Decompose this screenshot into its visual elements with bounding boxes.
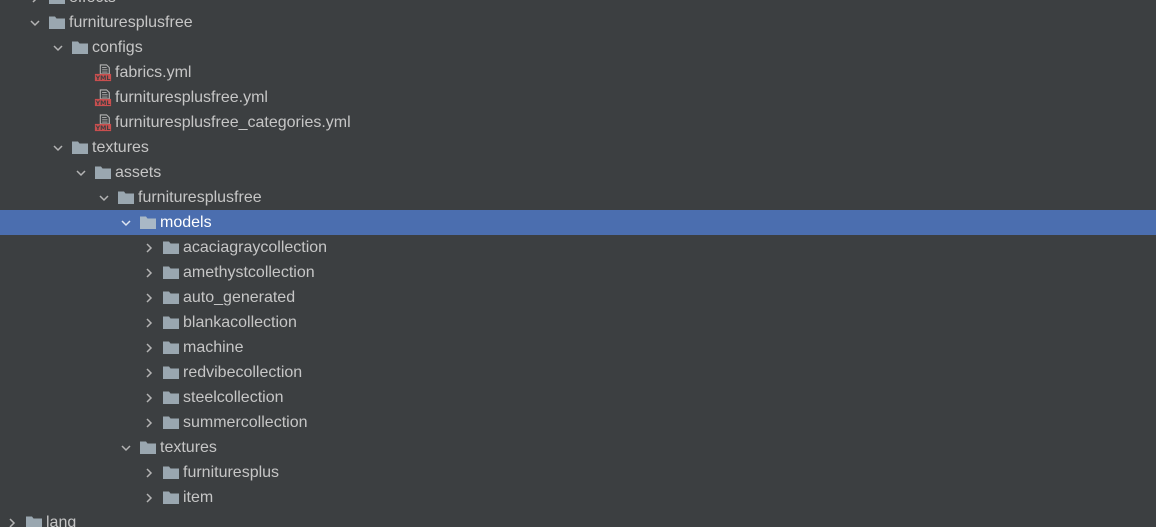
yml-file-icon: YML xyxy=(94,110,112,135)
folder-icon xyxy=(25,510,43,527)
tree-row-furnituresplus[interactable]: furnituresplus xyxy=(0,460,1156,485)
tree-row-textures[interactable]: textures xyxy=(0,135,1156,160)
chevron-down-icon[interactable] xyxy=(72,160,90,185)
tree-item-label: acaciagraycollection xyxy=(183,239,328,256)
tree-item-label: effects xyxy=(69,0,116,10)
tree-item-label: models xyxy=(160,214,212,231)
tree-item-label: auto_generated xyxy=(183,289,296,306)
folder-icon xyxy=(162,235,180,260)
project-tree: effects furnituresplusfree configs YML f… xyxy=(0,0,1156,527)
chevron-right-icon[interactable] xyxy=(140,460,158,485)
folder-icon xyxy=(162,335,180,360)
chevron-right-icon[interactable] xyxy=(140,285,158,310)
chevron-right-icon[interactable] xyxy=(140,310,158,335)
folder-icon xyxy=(139,210,157,235)
chevron-right-icon[interactable] xyxy=(140,235,158,260)
tree-item-label: fabrics.yml xyxy=(115,64,192,81)
tree-item-label: configs xyxy=(92,39,143,56)
tree-item-label: textures xyxy=(92,139,149,156)
chevron-right-icon[interactable] xyxy=(3,510,21,527)
tree-row-blankacollection[interactable]: blankacollection xyxy=(0,310,1156,335)
tree-item-label: furnituresplus xyxy=(183,464,280,481)
tree-row-summercollection[interactable]: summercollection xyxy=(0,410,1156,435)
tree-row-amethystcollection[interactable]: amethystcollection xyxy=(0,260,1156,285)
chevron-right-icon[interactable] xyxy=(140,335,158,360)
tree-item-label: assets xyxy=(115,164,162,181)
tree-item-label: furnituresplusfree.yml xyxy=(115,89,268,106)
chevron-right-icon[interactable] xyxy=(140,260,158,285)
folder-icon xyxy=(48,10,66,35)
folder-icon xyxy=(162,260,180,285)
tree-item-label: item xyxy=(183,489,214,506)
chevron-down-icon[interactable] xyxy=(49,135,67,160)
chevron-right-icon[interactable] xyxy=(140,410,158,435)
tree-row-acaciagraycollection[interactable]: acaciagraycollection xyxy=(0,235,1156,260)
tree-row-furnituresplusfree-yml[interactable]: YML furnituresplusfree.yml xyxy=(0,85,1156,110)
svg-text:YML: YML xyxy=(95,74,111,81)
svg-text:YML: YML xyxy=(95,124,111,131)
folder-icon xyxy=(139,435,157,460)
tree-row-furnituresplusfree[interactable]: furnituresplusfree xyxy=(0,10,1156,35)
folder-icon xyxy=(117,185,135,210)
tree-row-effects[interactable]: effects xyxy=(0,0,1156,10)
chevron-right-icon[interactable] xyxy=(26,0,44,10)
folder-icon xyxy=(162,385,180,410)
folder-icon xyxy=(162,310,180,335)
chevron-down-icon[interactable] xyxy=(26,10,44,35)
tree-row-textures-inner[interactable]: textures xyxy=(0,435,1156,460)
chevron-right-icon[interactable] xyxy=(140,385,158,410)
tree-row-item[interactable]: item xyxy=(0,485,1156,510)
tree-row-machine[interactable]: machine xyxy=(0,335,1156,360)
yml-file-icon: YML xyxy=(94,60,112,85)
chevron-down-icon[interactable] xyxy=(95,185,113,210)
tree-row-models[interactable]: models xyxy=(0,210,1156,235)
tree-item-label: summercollection xyxy=(183,414,308,431)
folder-icon xyxy=(162,460,180,485)
folder-icon xyxy=(48,0,66,10)
folder-icon xyxy=(162,485,180,510)
folder-icon xyxy=(71,135,89,160)
chevron-down-icon[interactable] xyxy=(117,435,135,460)
tree-row-redvibecollection[interactable]: redvibecollection xyxy=(0,360,1156,385)
tree-item-label: lang xyxy=(46,514,77,527)
folder-icon xyxy=(162,410,180,435)
tree-row-auto-generated[interactable]: auto_generated xyxy=(0,285,1156,310)
tree-item-label: textures xyxy=(160,439,217,456)
svg-text:YML: YML xyxy=(95,99,111,106)
yml-file-icon: YML xyxy=(94,85,112,110)
chevron-down-icon[interactable] xyxy=(49,35,67,60)
folder-icon xyxy=(162,360,180,385)
tree-item-label: amethystcollection xyxy=(183,264,315,281)
tree-row-furnituresplusfree-categories-yml[interactable]: YML furnituresplusfree_categories.yml xyxy=(0,110,1156,135)
tree-item-label: machine xyxy=(183,339,244,356)
tree-row-steelcollection[interactable]: steelcollection xyxy=(0,385,1156,410)
tree-item-label: redvibecollection xyxy=(183,364,303,381)
tree-row-assets-furnituresplusfree[interactable]: furnituresplusfree xyxy=(0,185,1156,210)
chevron-right-icon[interactable] xyxy=(140,485,158,510)
tree-row-fabrics-yml[interactable]: YML fabrics.yml xyxy=(0,60,1156,85)
chevron-right-icon[interactable] xyxy=(140,360,158,385)
tree-row-assets[interactable]: assets xyxy=(0,160,1156,185)
tree-row-configs[interactable]: configs xyxy=(0,35,1156,60)
tree-item-label: furnituresplusfree_categories.yml xyxy=(115,114,351,131)
tree-item-label: furnituresplusfree xyxy=(69,14,193,31)
folder-icon xyxy=(162,285,180,310)
folder-icon xyxy=(94,160,112,185)
tree-item-label: steelcollection xyxy=(183,389,284,406)
tree-item-label: furnituresplusfree xyxy=(138,189,262,206)
folder-icon xyxy=(71,35,89,60)
chevron-down-icon[interactable] xyxy=(117,210,135,235)
tree-row-lang[interactable]: lang xyxy=(0,510,1156,527)
tree-item-label: blankacollection xyxy=(183,314,297,331)
